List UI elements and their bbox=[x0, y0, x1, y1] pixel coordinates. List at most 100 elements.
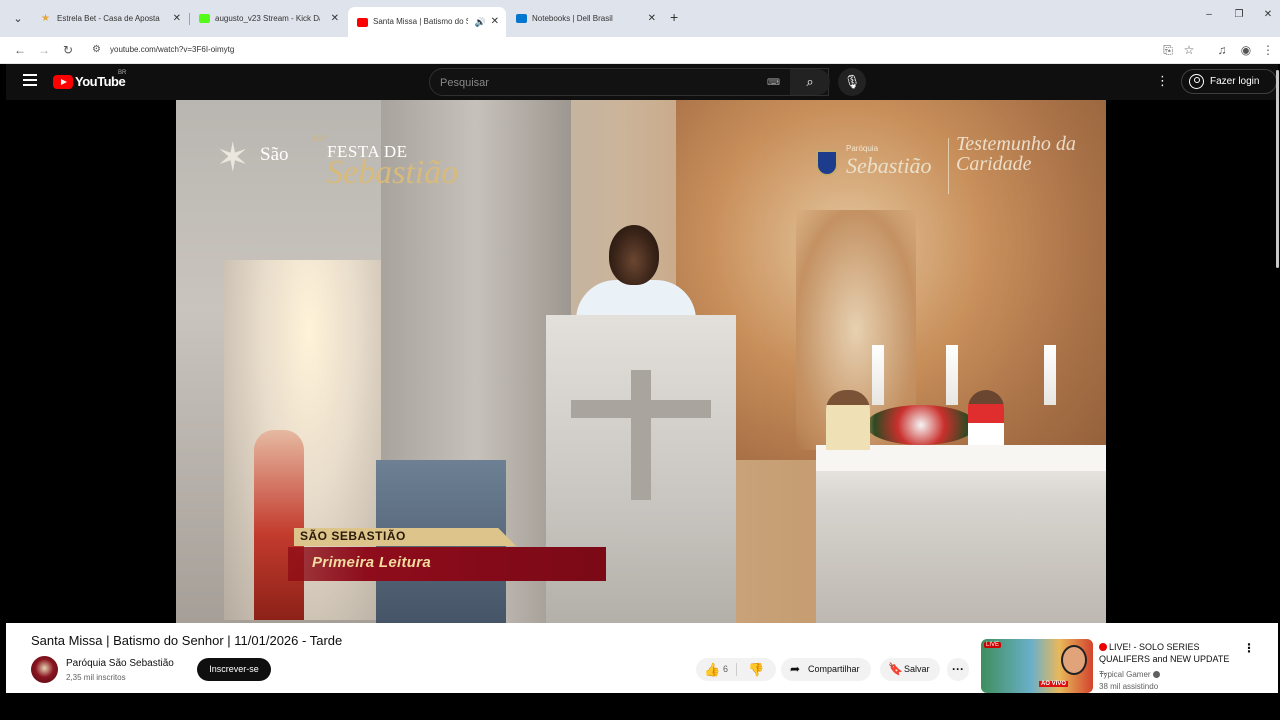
overlay-divider bbox=[948, 138, 949, 194]
search-input[interactable] bbox=[440, 74, 750, 92]
recommended-menu-icon[interactable]: ⋮ bbox=[1243, 641, 1255, 655]
youtube-favicon-icon bbox=[357, 18, 368, 27]
youtube-header: YouTube BR ⌨ ⌕ 🎙 ⋮ Fazer login bbox=[6, 64, 1278, 100]
like-separator bbox=[736, 663, 737, 676]
save-label: Salvar bbox=[904, 664, 930, 674]
speaker-icon[interactable]: 🔊 bbox=[475, 7, 486, 37]
parish-logo-overlay: Paróquia Sebastião bbox=[816, 140, 932, 186]
close-window-icon[interactable]: ✕ bbox=[1261, 9, 1275, 20]
thumbnail-text: AO VIVO bbox=[1039, 681, 1069, 687]
video-title: Santa Missa | Batismo do Senhor | 11/01/… bbox=[31, 633, 343, 648]
live-dot-icon bbox=[1099, 643, 1107, 651]
arrows-emblem-icon: ✶ bbox=[216, 136, 250, 180]
streamer-face bbox=[1061, 645, 1087, 675]
priest-figure bbox=[826, 390, 870, 450]
share-arrow-icon: ➦ bbox=[790, 662, 801, 676]
lower-third-top-text: SÃO SEBASTIÃO bbox=[300, 529, 406, 543]
altar-server-figure bbox=[968, 390, 1004, 445]
channel-avatar[interactable] bbox=[31, 656, 58, 683]
tab-youtube-active[interactable]: Santa Missa | Batismo do S 🔊 ✕ bbox=[348, 7, 506, 37]
share-button[interactable]: ➦ Compartilhar bbox=[781, 658, 871, 681]
install-app-icon[interactable]: ⎘ bbox=[1158, 40, 1178, 60]
keyboard-icon[interactable]: ⌨ bbox=[767, 77, 780, 88]
search-button[interactable]: ⌕ bbox=[790, 69, 830, 95]
altar bbox=[816, 445, 1106, 623]
like-button[interactable]: 👍 bbox=[704, 658, 720, 681]
tab-title: Santa Missa | Batismo do S bbox=[373, 17, 468, 26]
more-actions-button[interactable]: ··· bbox=[947, 658, 969, 681]
minimize-icon[interactable]: – bbox=[1202, 9, 1216, 20]
close-tab-icon[interactable]: ✕ bbox=[648, 7, 656, 30]
sign-in-button[interactable]: Fazer login bbox=[1181, 69, 1277, 94]
video-player[interactable]: ✶ São 105ª FESTA DE Sebastião Paróquia S… bbox=[6, 100, 1278, 623]
like-dislike-group: 👍 6 👎 bbox=[696, 658, 776, 681]
verified-check-icon bbox=[1152, 671, 1160, 678]
reload-icon[interactable]: ↻ bbox=[58, 40, 78, 60]
account-circle-icon bbox=[1189, 74, 1204, 89]
tab-title: Estrela Bet - Casa de Aposta Esp bbox=[57, 14, 162, 23]
recommended-video[interactable]: LIVE AO VIVO LIVE! - SOLO SERIES QUALIFE… bbox=[981, 639, 1271, 693]
close-tab-icon[interactable]: ✕ bbox=[173, 7, 181, 30]
ambo-cross bbox=[631, 370, 651, 500]
tab-dell[interactable]: Notebooks | Dell Brasil ✕ bbox=[507, 7, 663, 30]
overlay-testemunho: Testemunho da Caridade bbox=[956, 133, 1076, 175]
tab-estrela-bet[interactable]: ★ Estrela Bet - Casa de Aposta Esp ✕ bbox=[32, 7, 188, 30]
save-button[interactable]: 🔖 Salvar bbox=[880, 658, 940, 681]
candle bbox=[1044, 345, 1056, 405]
overlay-edition: 105ª bbox=[312, 134, 327, 143]
media-control-icon[interactable]: ♫ bbox=[1212, 40, 1232, 60]
ambo-cross bbox=[571, 400, 711, 418]
overlay-sebastiao: Sebastião bbox=[326, 154, 459, 191]
youtube-wordmark: YouTube bbox=[75, 74, 126, 89]
tab-title: augusto_v23 Stream - Kick Dash bbox=[215, 14, 320, 23]
country-code: BR bbox=[118, 70, 127, 76]
browser-menu-icon[interactable]: ⋮ bbox=[1258, 40, 1278, 60]
star-favicon-icon: ★ bbox=[41, 13, 50, 24]
restore-icon[interactable]: ❐ bbox=[1232, 9, 1246, 20]
back-icon[interactable]: ← bbox=[10, 40, 30, 60]
kick-favicon-icon bbox=[199, 14, 210, 23]
lower-third-bottom-text: Primeira Leitura bbox=[312, 554, 432, 571]
share-label: Compartilhar bbox=[808, 664, 860, 674]
candle bbox=[872, 345, 884, 405]
close-tab-icon[interactable]: ✕ bbox=[491, 7, 499, 37]
recommended-thumbnail[interactable]: LIVE AO VIVO bbox=[981, 639, 1093, 693]
forward-icon[interactable]: → bbox=[34, 40, 54, 60]
url-text[interactable]: youtube.com/watch?v=3F6I-oimytg bbox=[110, 39, 234, 61]
sign-in-label: Fazer login bbox=[1210, 76, 1260, 87]
recommended-channel[interactable]: Typical Gamer bbox=[1099, 670, 1151, 679]
subscriber-count: 2,35 mil inscritos bbox=[66, 673, 126, 682]
tab-search-icon[interactable]: ⌄ bbox=[8, 10, 28, 28]
subscribe-button[interactable]: Inscrever-se bbox=[197, 658, 271, 681]
lower-third-top: SÃO SEBASTIÃO bbox=[294, 528, 516, 546]
parish-shield-icon bbox=[816, 150, 838, 176]
video-frame[interactable]: ✶ São 105ª FESTA DE Sebastião Paróquia S… bbox=[176, 100, 1106, 623]
recommended-viewers: 38 mil assistindo bbox=[1099, 682, 1159, 691]
page-scrollbar[interactable] bbox=[1276, 70, 1279, 268]
recommended-channel-wrap: Typical Gamer bbox=[1099, 670, 1160, 679]
bookmark-icon: 🔖 bbox=[888, 662, 903, 676]
profile-icon[interactable]: ◉ bbox=[1236, 40, 1256, 60]
youtube-play-icon bbox=[53, 75, 73, 89]
candle bbox=[946, 345, 958, 405]
voice-search-mic-icon[interactable]: 🎙 bbox=[838, 68, 866, 96]
bookmark-star-icon[interactable]: ☆ bbox=[1179, 40, 1199, 60]
browser-tab-bar: ⌄ ★ Estrela Bet - Casa de Aposta Esp ✕ a… bbox=[0, 0, 1280, 37]
new-tab-button[interactable]: + bbox=[670, 9, 678, 25]
channel-name[interactable]: Paróquia São Sebastião bbox=[66, 658, 174, 669]
overlay-sao: São bbox=[260, 144, 289, 165]
settings-kebab-icon[interactable]: ⋮ bbox=[1156, 73, 1169, 89]
saint-statue bbox=[254, 430, 304, 620]
site-info-icon[interactable]: ⚙ bbox=[92, 39, 101, 61]
flower-arrangement bbox=[866, 405, 976, 445]
tab-title: Notebooks | Dell Brasil bbox=[532, 14, 613, 23]
close-tab-icon[interactable]: ✕ bbox=[331, 7, 339, 30]
browser-toolbar: ← → ↻ ⚙ youtube.com/watch?v=3F6I-oimytg … bbox=[0, 37, 1280, 64]
video-details: Santa Missa | Batismo do Senhor | 11/01/… bbox=[6, 623, 1278, 693]
menu-hamburger-icon[interactable] bbox=[23, 74, 37, 86]
address-bar[interactable]: ⚙ youtube.com/watch?v=3F6I-oimytg bbox=[86, 39, 1156, 61]
dislike-button[interactable]: 👎 bbox=[748, 658, 764, 681]
tab-kick-stream[interactable]: augusto_v23 Stream - Kick Dash ✕ bbox=[190, 7, 346, 30]
search-box: ⌨ ⌕ bbox=[429, 68, 830, 96]
festa-logo-overlay: ✶ São 105ª FESTA DE Sebastião bbox=[216, 128, 459, 192]
